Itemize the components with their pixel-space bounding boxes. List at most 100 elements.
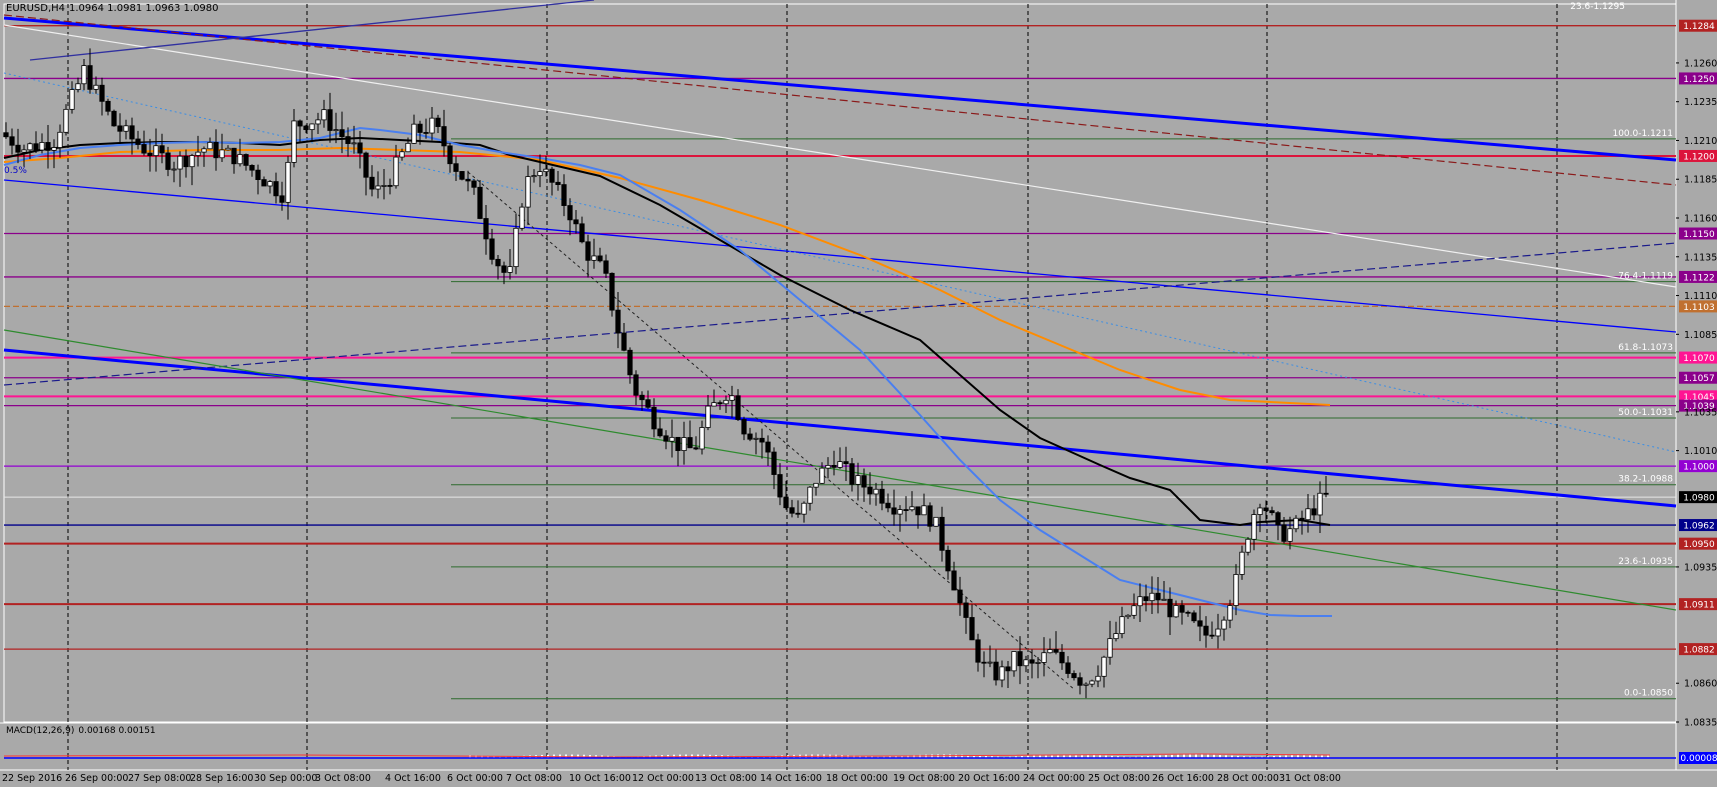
candle-body bbox=[825, 465, 831, 469]
candle bbox=[681, 421, 687, 465]
candle-body bbox=[111, 110, 117, 127]
candle-body bbox=[459, 171, 465, 180]
candle-body bbox=[609, 272, 615, 311]
candle-body bbox=[45, 142, 51, 151]
candle bbox=[1209, 621, 1215, 639]
candle-body bbox=[591, 255, 597, 261]
candle-body bbox=[495, 258, 501, 267]
time-label: 26 Oct 16:00 bbox=[1152, 773, 1214, 784]
candle-body bbox=[1275, 512, 1281, 526]
candle bbox=[39, 133, 45, 154]
candle bbox=[501, 261, 507, 285]
candle-body bbox=[63, 108, 69, 133]
price-tick-label: 1.1110 bbox=[1684, 291, 1717, 302]
candle bbox=[81, 59, 87, 91]
time-label: 14 Oct 16:00 bbox=[760, 773, 822, 784]
candle bbox=[1119, 606, 1125, 639]
level-tag-label: 1.1200 bbox=[1683, 152, 1715, 162]
candle bbox=[525, 165, 531, 226]
time-label: 25 Oct 08:00 bbox=[1088, 773, 1150, 784]
candle-body bbox=[999, 666, 1005, 681]
plot-frame bbox=[3, 3, 1677, 723]
candle-body bbox=[465, 178, 471, 182]
candle bbox=[909, 491, 915, 512]
candle-body bbox=[615, 309, 621, 334]
candle bbox=[213, 129, 219, 171]
candle bbox=[795, 500, 801, 518]
candle-body bbox=[1065, 662, 1071, 674]
candle-body bbox=[819, 467, 825, 484]
candle bbox=[1101, 655, 1107, 688]
candle-body bbox=[663, 435, 669, 442]
price-tick-label: 1.1160 bbox=[1684, 214, 1717, 225]
candle bbox=[1029, 649, 1035, 679]
candle-body bbox=[261, 179, 267, 187]
candle-body bbox=[1251, 514, 1257, 540]
level-tag-label: 1.1057 bbox=[1683, 374, 1715, 384]
candle-body bbox=[501, 265, 507, 273]
candle-body bbox=[1233, 574, 1239, 606]
candle-body bbox=[93, 84, 99, 90]
candle-body bbox=[561, 184, 567, 206]
candle bbox=[459, 170, 465, 181]
candle-body bbox=[1155, 592, 1161, 601]
candle-body bbox=[1245, 538, 1251, 553]
candle bbox=[381, 169, 387, 200]
candle bbox=[1131, 593, 1137, 619]
candle-body bbox=[1227, 605, 1233, 621]
candle-body bbox=[357, 142, 363, 154]
candle bbox=[357, 131, 363, 169]
candle bbox=[75, 77, 81, 93]
level-tag-label: 1.0962 bbox=[1683, 522, 1715, 532]
price-tick-label: 1.1010 bbox=[1684, 446, 1717, 457]
candle-body bbox=[717, 402, 723, 405]
candle bbox=[129, 117, 135, 155]
candle bbox=[903, 496, 909, 522]
candle-body bbox=[195, 151, 201, 156]
candle-body bbox=[429, 117, 435, 134]
candle bbox=[453, 156, 459, 181]
candle bbox=[741, 416, 747, 441]
candle bbox=[1083, 682, 1089, 699]
time-label: 12 Oct 00:00 bbox=[632, 773, 694, 784]
time-label: 22 Sep 2016 bbox=[2, 773, 62, 784]
candle-body bbox=[1071, 673, 1077, 679]
candle bbox=[1269, 506, 1275, 516]
candle bbox=[159, 133, 165, 164]
current-price-label: 1.0980 bbox=[1683, 494, 1715, 504]
candle-body bbox=[1173, 605, 1179, 618]
candle bbox=[69, 81, 75, 114]
candle bbox=[1263, 500, 1269, 523]
price-chart[interactable]: 1.1284 1.1250 1.1200 1.1150 1.1122 1.1103 1.10… bbox=[0, 0, 1717, 787]
candle-body bbox=[1221, 619, 1227, 630]
candle-body bbox=[1209, 634, 1215, 637]
candle-body bbox=[447, 145, 453, 165]
candle bbox=[1089, 679, 1095, 688]
candle bbox=[177, 151, 183, 187]
candle-body bbox=[207, 141, 213, 150]
candle bbox=[975, 633, 981, 672]
candle-body bbox=[1137, 596, 1143, 607]
trend-line bbox=[3, 72, 1677, 453]
candle-body bbox=[705, 405, 711, 428]
candle bbox=[279, 181, 285, 211]
trend-line bbox=[3, 179, 1677, 333]
candle-body bbox=[1041, 652, 1047, 663]
candle bbox=[1005, 661, 1011, 688]
level-tag-label: 1.0911 bbox=[1683, 601, 1715, 611]
candle bbox=[183, 149, 189, 178]
candle bbox=[1323, 475, 1329, 498]
candle-body bbox=[1017, 651, 1023, 667]
candle bbox=[471, 178, 477, 195]
level-tag-label: 1.1250 bbox=[1683, 75, 1715, 85]
candle bbox=[645, 390, 651, 410]
candle bbox=[981, 651, 987, 678]
candle bbox=[573, 210, 579, 234]
price-tick-label: 1.1210 bbox=[1684, 136, 1717, 147]
candle bbox=[549, 166, 555, 196]
candle-body bbox=[981, 661, 987, 664]
candle-body bbox=[567, 205, 573, 221]
candle bbox=[837, 447, 843, 469]
candle bbox=[531, 169, 537, 183]
candle bbox=[87, 48, 93, 94]
